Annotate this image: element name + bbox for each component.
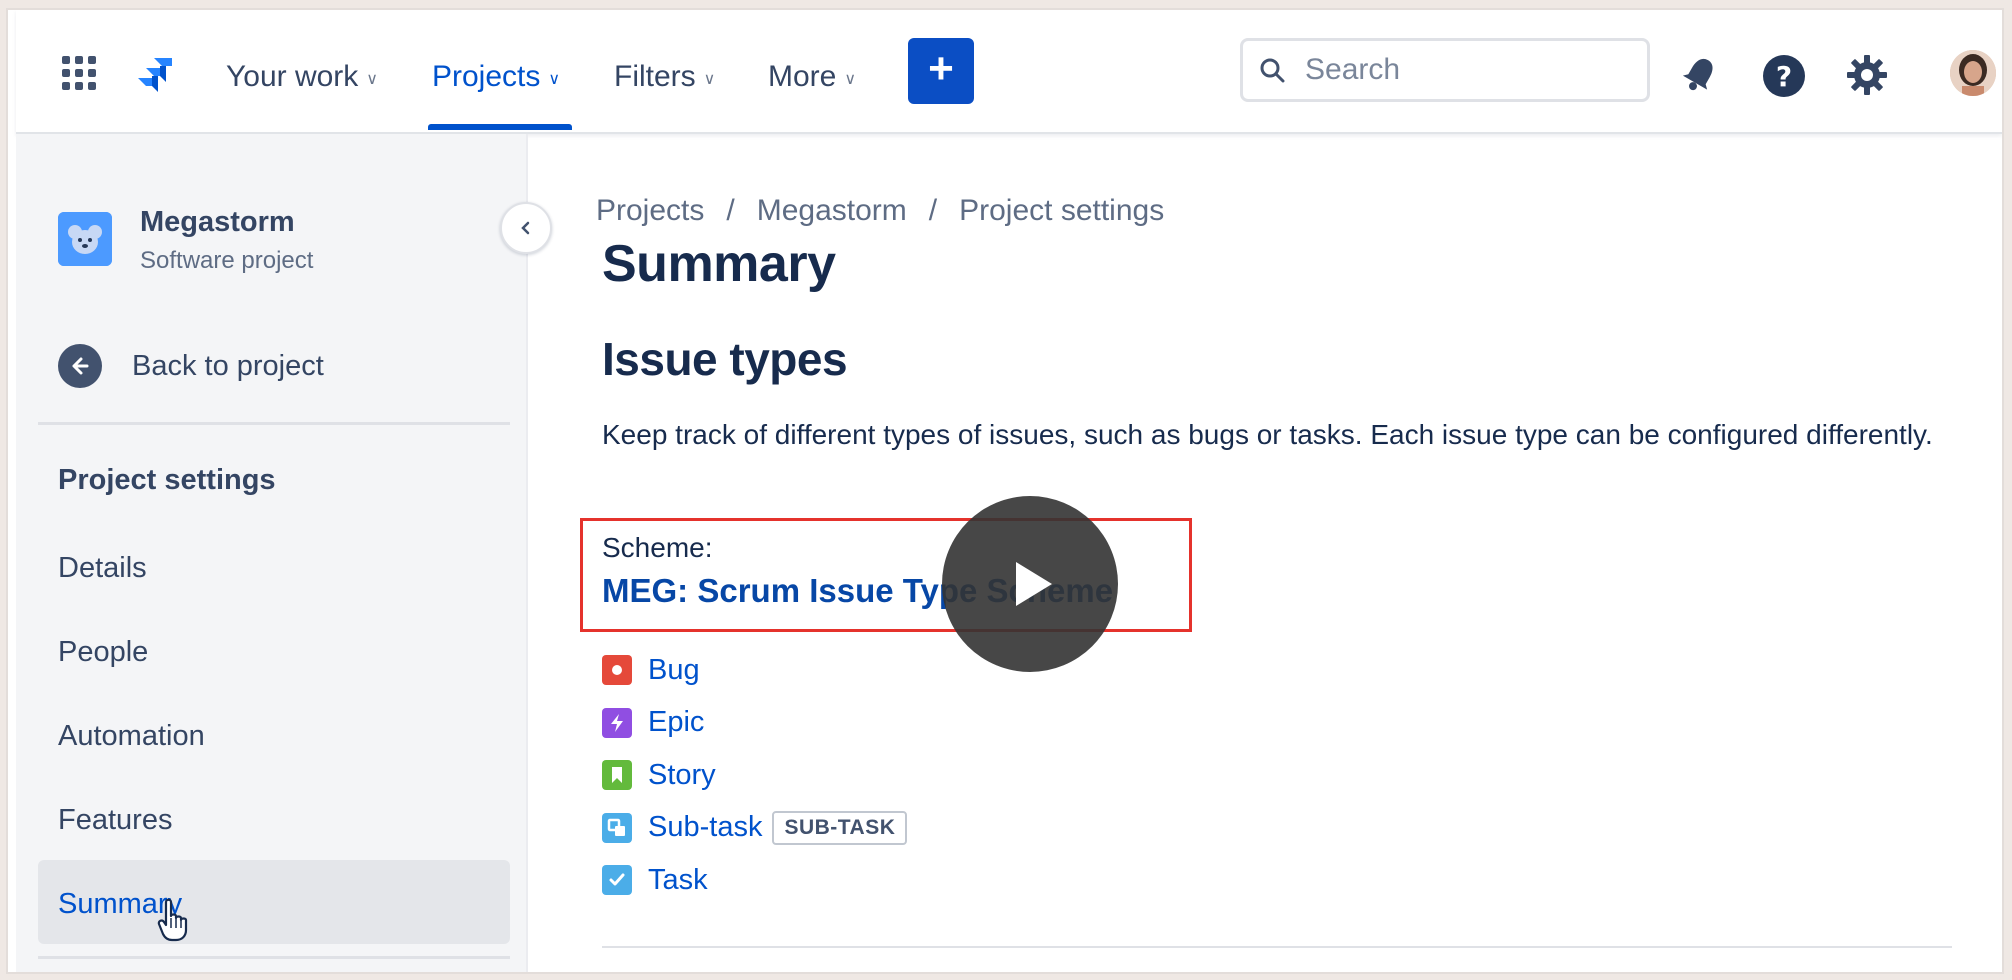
section-description: Keep track of different types of issues,… bbox=[602, 419, 1933, 450]
chevron-down-icon: ∨ bbox=[366, 71, 379, 88]
main-content: Projects / Megastorm / Project settings … bbox=[528, 134, 2002, 972]
nav-filters[interactable]: Filters ∨ bbox=[614, 60, 715, 94]
bug-icon bbox=[602, 655, 632, 686]
page-title: Summary bbox=[602, 235, 836, 293]
epic-icon bbox=[602, 707, 632, 738]
issue-type-list: Bug Epic Story Sub-task SUB-TASK Task bbox=[602, 644, 908, 907]
collapse-sidebar-button[interactable] bbox=[500, 202, 552, 254]
issue-type-task[interactable]: Task bbox=[602, 854, 907, 907]
project-name: Megastorm bbox=[140, 206, 295, 238]
section-title: Issue types bbox=[602, 333, 848, 385]
nav-filters-label: Filters bbox=[614, 60, 696, 93]
issue-type-story[interactable]: Story bbox=[602, 749, 907, 802]
nav-more-label: More bbox=[768, 60, 837, 93]
sidebar-item-summary[interactable]: Summary bbox=[38, 860, 510, 944]
search-box[interactable] bbox=[1240, 38, 1650, 102]
search-input[interactable] bbox=[1303, 52, 1637, 88]
issue-type-label: Epic bbox=[648, 706, 705, 739]
subtask-lozenge: SUB-TASK bbox=[772, 810, 908, 845]
project-avatar bbox=[58, 212, 112, 266]
chevron-down-icon: ∨ bbox=[703, 71, 716, 88]
issue-type-bug[interactable]: Bug bbox=[602, 644, 907, 697]
sidebar-item-details[interactable]: Details bbox=[58, 552, 147, 585]
sidebar-divider bbox=[38, 422, 510, 425]
hand-pointer-icon bbox=[156, 898, 192, 947]
chevron-down-icon: ∨ bbox=[844, 71, 857, 88]
top-navigation: Your work ∨ Projects ∨ Filters ∨ More ∨ … bbox=[16, 10, 2002, 134]
sidebar-item-features[interactable]: Features bbox=[58, 804, 172, 837]
svg-text:?: ? bbox=[1776, 60, 1792, 93]
app-window: Your work ∨ Projects ∨ Filters ∨ More ∨ … bbox=[6, 8, 2004, 974]
sidebar-divider bbox=[38, 956, 510, 959]
search-icon bbox=[1260, 58, 1285, 83]
nav-projects[interactable]: Projects ∨ bbox=[432, 60, 560, 94]
issue-type-label: Task bbox=[648, 863, 708, 896]
subtask-icon bbox=[602, 812, 632, 843]
nav-your-work-label: Your work bbox=[226, 60, 359, 93]
play-icon bbox=[1016, 562, 1052, 606]
issue-type-epic[interactable]: Epic bbox=[602, 697, 907, 750]
scheme-label: Scheme: bbox=[602, 532, 713, 563]
project-sidebar: Megastorm Software project Back to proje… bbox=[16, 134, 552, 972]
issue-type-label: Sub-task bbox=[648, 811, 763, 844]
back-to-project-label: Back to project bbox=[132, 349, 324, 382]
task-icon bbox=[602, 865, 632, 896]
breadcrumb: Projects / Megastorm / Project settings bbox=[596, 194, 1164, 228]
chevron-left-icon bbox=[521, 221, 530, 235]
settings-gear-icon[interactable] bbox=[1846, 54, 1888, 101]
chevron-down-icon: ∨ bbox=[548, 71, 561, 88]
issue-type-label: Story bbox=[648, 758, 716, 791]
notifications-bell-icon[interactable] bbox=[1680, 54, 1720, 99]
sidebar-item-people[interactable]: People bbox=[58, 636, 148, 669]
user-avatar[interactable] bbox=[1950, 50, 1996, 96]
issue-type-label: Bug bbox=[648, 653, 700, 686]
sidebar-item-automation[interactable]: Automation bbox=[58, 720, 205, 753]
section-divider bbox=[602, 946, 1952, 948]
breadcrumb-separator: / bbox=[928, 194, 938, 227]
app-switcher-icon[interactable] bbox=[62, 56, 96, 90]
video-play-button[interactable] bbox=[942, 496, 1118, 672]
breadcrumb-separator: / bbox=[726, 194, 735, 227]
issue-type-subtask[interactable]: Sub-task SUB-TASK bbox=[602, 802, 908, 855]
story-icon bbox=[602, 760, 632, 791]
nav-projects-label: Projects bbox=[432, 60, 541, 93]
nav-more[interactable]: More ∨ bbox=[768, 60, 856, 94]
nav-your-work[interactable]: Your work ∨ bbox=[226, 60, 378, 94]
active-nav-indicator bbox=[428, 124, 572, 130]
sidebar-section-heading: Project settings bbox=[58, 464, 276, 496]
help-icon[interactable]: ? bbox=[1762, 54, 1806, 103]
breadcrumb-projects[interactable]: Projects bbox=[596, 194, 704, 228]
create-button[interactable]: + bbox=[908, 38, 974, 104]
breadcrumb-megastorm[interactable]: Megastorm bbox=[757, 194, 907, 228]
project-type: Software project bbox=[140, 247, 314, 274]
jira-logo-icon[interactable] bbox=[132, 56, 176, 96]
back-to-project-link[interactable]: Back to project bbox=[58, 344, 324, 388]
arrow-left-icon bbox=[58, 344, 102, 388]
breadcrumb-project-settings[interactable]: Project settings bbox=[959, 194, 1164, 228]
